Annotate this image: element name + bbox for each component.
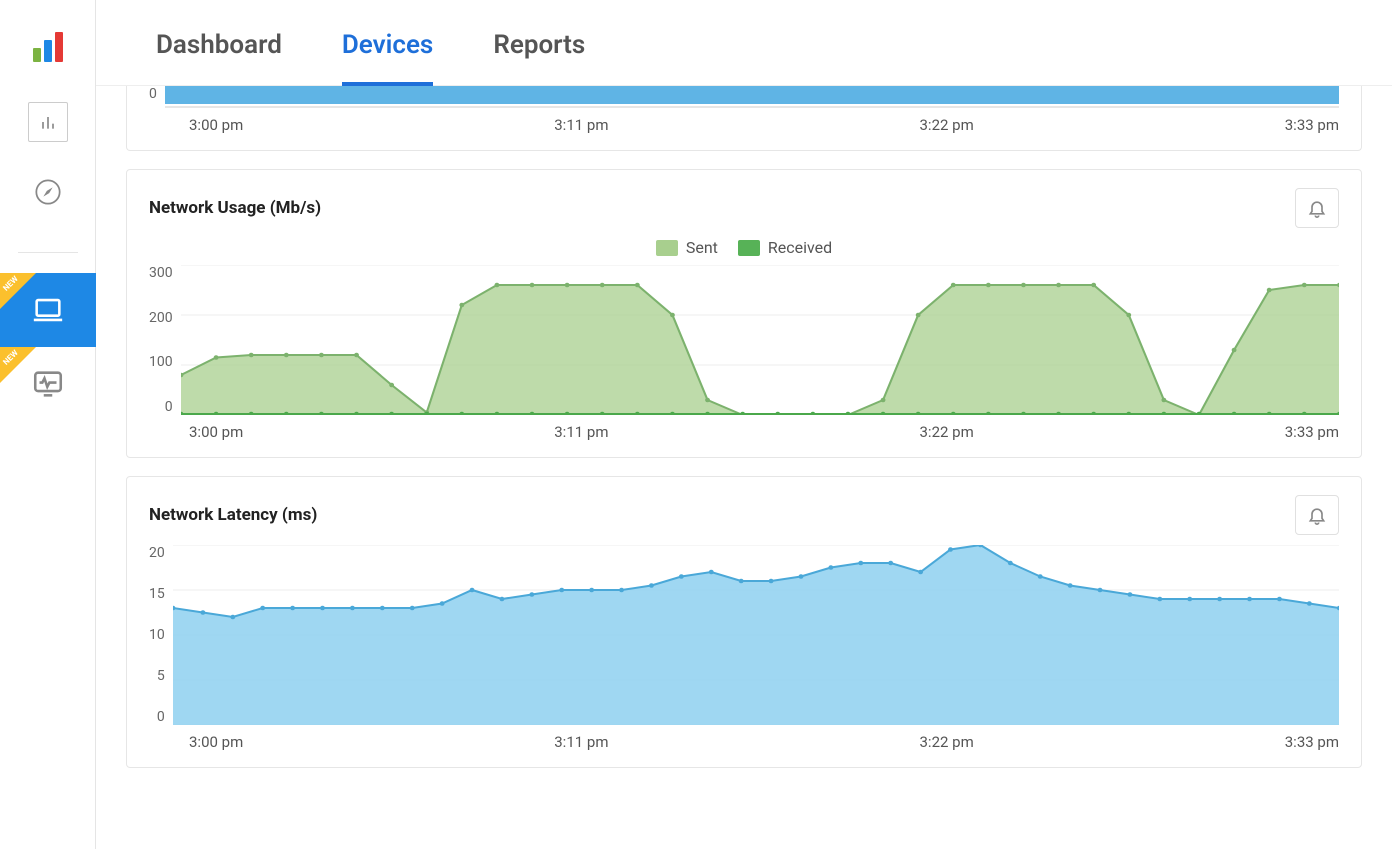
xaxis-top: 3:00 pm 3:11 pm 3:22 pm 3:33 pm [149, 116, 1339, 134]
new-badge: NEW [0, 347, 36, 383]
chart-card-top: 0 3:00 pm 3:11 pm 3:22 pm 3:33 pm [126, 86, 1362, 151]
ytick: 20 [149, 545, 165, 561]
plot-network [181, 265, 1339, 415]
ytick: 10 [149, 627, 165, 643]
yaxis-top: 0 [149, 86, 165, 108]
xtick: 3:11 pm [554, 116, 608, 134]
xtick: 3:33 pm [1285, 423, 1339, 441]
yaxis-network: 300 200 100 0 [149, 265, 181, 415]
sidebar-item-compass[interactable] [28, 172, 68, 212]
ytick: 0 [149, 86, 157, 102]
xtick: 3:22 pm [920, 423, 974, 441]
sidebar-item-monitoring[interactable]: NEW [0, 347, 96, 421]
xtick: 3:22 pm [920, 733, 974, 751]
tabs: Dashboard Devices Reports [96, 0, 1392, 86]
alert-button[interactable] [1295, 188, 1339, 228]
content: 0 3:00 pm 3:11 pm 3:22 pm 3:33 pm [96, 86, 1392, 798]
plot-top [165, 86, 1339, 108]
ytick: 0 [157, 709, 165, 725]
chart-card-network-usage: Network Usage (Mb/s) Sent Received 300 2… [126, 169, 1362, 458]
laptop-icon [31, 293, 65, 327]
xtick: 3:33 pm [1285, 733, 1339, 751]
logo-icon [33, 30, 63, 62]
xtick: 3:00 pm [189, 423, 243, 441]
ytick: 300 [149, 265, 173, 281]
card-title: Network Latency (ms) [149, 505, 317, 525]
xaxis-network: 3:00 pm 3:11 pm 3:22 pm 3:33 pm [149, 423, 1339, 441]
main: Dashboard Devices Reports 0 [96, 0, 1392, 849]
sidebar: NEW NEW [0, 0, 96, 849]
xtick: 3:00 pm [189, 733, 243, 751]
chart-card-network-latency: Network Latency (ms) 20 15 10 5 0 [126, 476, 1362, 768]
xtick: 3:33 pm [1285, 116, 1339, 134]
sidebar-item-devices[interactable]: NEW [0, 273, 96, 347]
compass-icon [34, 178, 62, 206]
xtick: 3:00 pm [189, 116, 243, 134]
ytick: 5 [157, 668, 165, 684]
sidebar-item-analytics[interactable] [28, 102, 68, 142]
legend-sent[interactable]: Sent [656, 238, 718, 257]
tab-dashboard[interactable]: Dashboard [156, 30, 282, 85]
sidebar-separator [18, 252, 78, 253]
legend: Sent Received [149, 238, 1339, 257]
tab-devices[interactable]: Devices [342, 30, 433, 86]
tab-reports[interactable]: Reports [493, 30, 585, 85]
alert-button[interactable] [1295, 495, 1339, 535]
ytick: 100 [149, 354, 173, 370]
legend-received[interactable]: Received [738, 238, 832, 257]
ytick: 15 [149, 586, 165, 602]
bar-chart-icon [38, 112, 58, 132]
xtick: 3:22 pm [920, 116, 974, 134]
xaxis-latency: 3:00 pm 3:11 pm 3:22 pm 3:33 pm [149, 733, 1339, 751]
bell-icon [1307, 505, 1327, 525]
plot-latency [173, 545, 1339, 725]
yaxis-latency: 20 15 10 5 0 [149, 545, 173, 725]
xtick: 3:11 pm [554, 423, 608, 441]
ytick: 0 [165, 399, 173, 415]
new-badge: NEW [0, 273, 36, 309]
bell-icon [1307, 198, 1327, 218]
card-title: Network Usage (Mb/s) [149, 198, 321, 218]
xtick: 3:11 pm [554, 733, 608, 751]
ytick: 200 [149, 310, 173, 326]
heartbeat-monitor-icon [31, 367, 65, 401]
